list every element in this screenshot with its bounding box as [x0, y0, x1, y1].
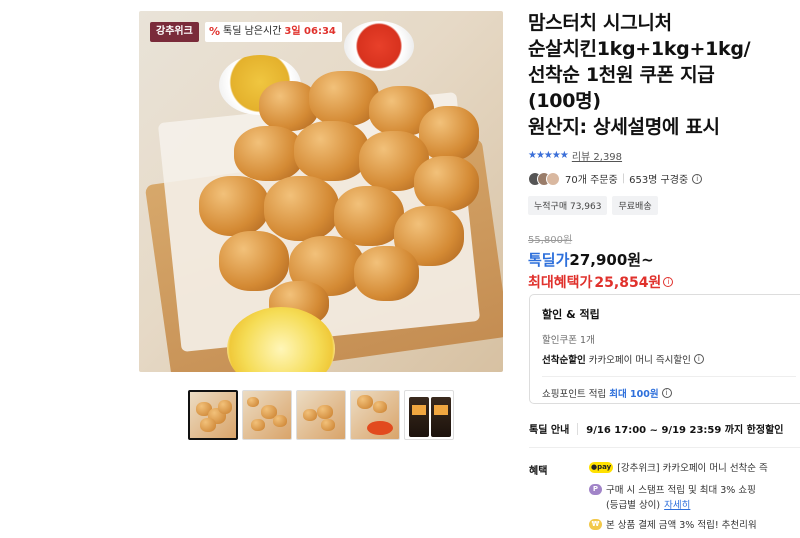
kakaopay-icon: ●pay: [589, 462, 614, 473]
best-price-info-icon[interactable]: i: [663, 277, 674, 287]
perk-item[interactable]: P 구매 시 스탬프 적립 및 최대 3% 쇼핑: [589, 484, 756, 498]
shopping-points-row: 쇼핑포인트 적립 최대 100원 i: [542, 386, 796, 400]
hot-sauce-bowl: [344, 21, 414, 71]
discount-benefit-box: 할인 & 적립 할인쿠폰 1개 선착순할인 카카오페이 머니 즉시할인 i 쇼핑…: [529, 294, 800, 404]
product-chips: 누적구매 73,963 무료배송: [528, 196, 800, 215]
divider: [542, 376, 796, 377]
points-max: 최대 100원: [609, 389, 659, 400]
perk-text: 본 상품 결제 금액 3% 적립! 추천리워: [606, 520, 757, 531]
deal-price-value: 27,900원~: [569, 251, 654, 269]
thumbnail-2[interactable]: [242, 390, 292, 440]
deal-price: 톡딜가27,900원~: [528, 249, 800, 270]
social-proof-row: 70개 주문중 | 653명 구경중 i: [528, 171, 800, 186]
rating-row: ★★★★★ 리뷰 2,398: [528, 148, 800, 163]
review-count-link[interactable]: 리뷰 2,398: [572, 148, 622, 163]
info-icon[interactable]: i: [661, 388, 672, 398]
perk-text: 구매 시 스탬프 적립 및 최대 3% 쇼핑: [606, 485, 756, 496]
thumbnail-4[interactable]: [350, 390, 400, 440]
original-price: 55,800원: [528, 235, 573, 246]
points-label: 쇼핑포인트 적립: [542, 389, 607, 400]
buyer-avatars: [528, 171, 560, 186]
chicken-piece: [294, 121, 369, 181]
perks-label: 혜택: [529, 466, 548, 477]
avatar: [546, 171, 560, 186]
reward-icon: ₩: [589, 519, 602, 530]
chicken-piece: [309, 71, 379, 126]
perk-text: (등급별 상이): [606, 500, 661, 511]
thumbnail-5[interactable]: [404, 390, 454, 440]
best-price-value: 25,854원: [594, 275, 662, 291]
chicken-piece: [414, 156, 479, 211]
deal-price-label: 톡딜가: [528, 251, 570, 269]
perk-item[interactable]: ●pay [강추위크] 카카오페이 머니 선착순 즉: [589, 462, 768, 476]
benefit-box-title: 할인 & 적립: [542, 308, 600, 321]
coupon-count[interactable]: 할인쿠폰 1개: [542, 332, 796, 346]
best-price-label: 최대혜택가: [528, 275, 593, 291]
first-come-text: 카카오페이 머니 즉시할인: [588, 355, 691, 366]
info-icon[interactable]: i: [693, 354, 704, 364]
cumulative-purchase-chip: 누적구매 73,963: [528, 196, 608, 215]
perk-item: (등급별 상이) 자세히: [606, 499, 690, 513]
perk-text: [강추위크] 카카오페이 머니 선착순 즉: [617, 463, 768, 474]
deal-timer-badge: % 톡딜 남은시간 3일 06:34: [205, 22, 342, 42]
brand-week-badge: 강추위크: [150, 22, 199, 42]
percent-icon: %: [209, 25, 221, 38]
orders-count: 70개 주문중: [565, 175, 618, 186]
product-title: 맘스터치 시그니처 순살치킨1kg+1kg+1kg/ 선착순 1천원 쿠폰 지급…: [528, 12, 751, 138]
deal-period: 9/16 17:00 ~ 9/19 23:59 까지 한정할인: [586, 425, 784, 436]
thumbnail-3[interactable]: [296, 390, 346, 440]
deal-timer-label: 톡딜 남은시간: [223, 26, 282, 37]
best-price: 최대혜택가 25,854원 i: [528, 272, 800, 292]
chicken-piece: [199, 176, 269, 236]
product-main-image[interactable]: [139, 11, 503, 372]
chicken-piece: [354, 246, 419, 301]
free-shipping-chip: 무료배송: [612, 196, 658, 215]
first-come-label: 선착순할인: [542, 355, 586, 366]
divider: [577, 422, 579, 435]
first-come-discount-row: 선착순할인 카카오페이 머니 즉시할인 i: [542, 352, 796, 366]
perk-item[interactable]: ₩ 본 상품 결제 금액 3% 적립! 추천리워: [589, 519, 757, 533]
chicken-piece: [219, 231, 289, 291]
divider: |: [621, 173, 626, 184]
star-rating-icon: ★★★★★: [528, 150, 569, 161]
info-icon[interactable]: i: [692, 173, 703, 184]
deal-info-row: 톡딜 안내 9/16 17:00 ~ 9/19 23:59 까지 한정할인: [529, 421, 783, 436]
deal-info-label: 톡딜 안내: [529, 425, 570, 436]
thumbnail-1[interactable]: [188, 390, 238, 440]
deal-timer-value: 3일 06:34: [284, 26, 336, 37]
thumbnail-strip: [188, 390, 454, 440]
product-info: 맘스터치 시그니처 순살치킨1kg+1kg+1kg/ 선착순 1천원 쿠폰 지급…: [528, 10, 800, 292]
viewers-count: 653명 구경중: [629, 175, 689, 186]
details-link[interactable]: 자세히: [664, 499, 690, 513]
points-icon: P: [589, 484, 602, 495]
divider: [529, 447, 800, 448]
chicken-piece: [264, 176, 339, 241]
